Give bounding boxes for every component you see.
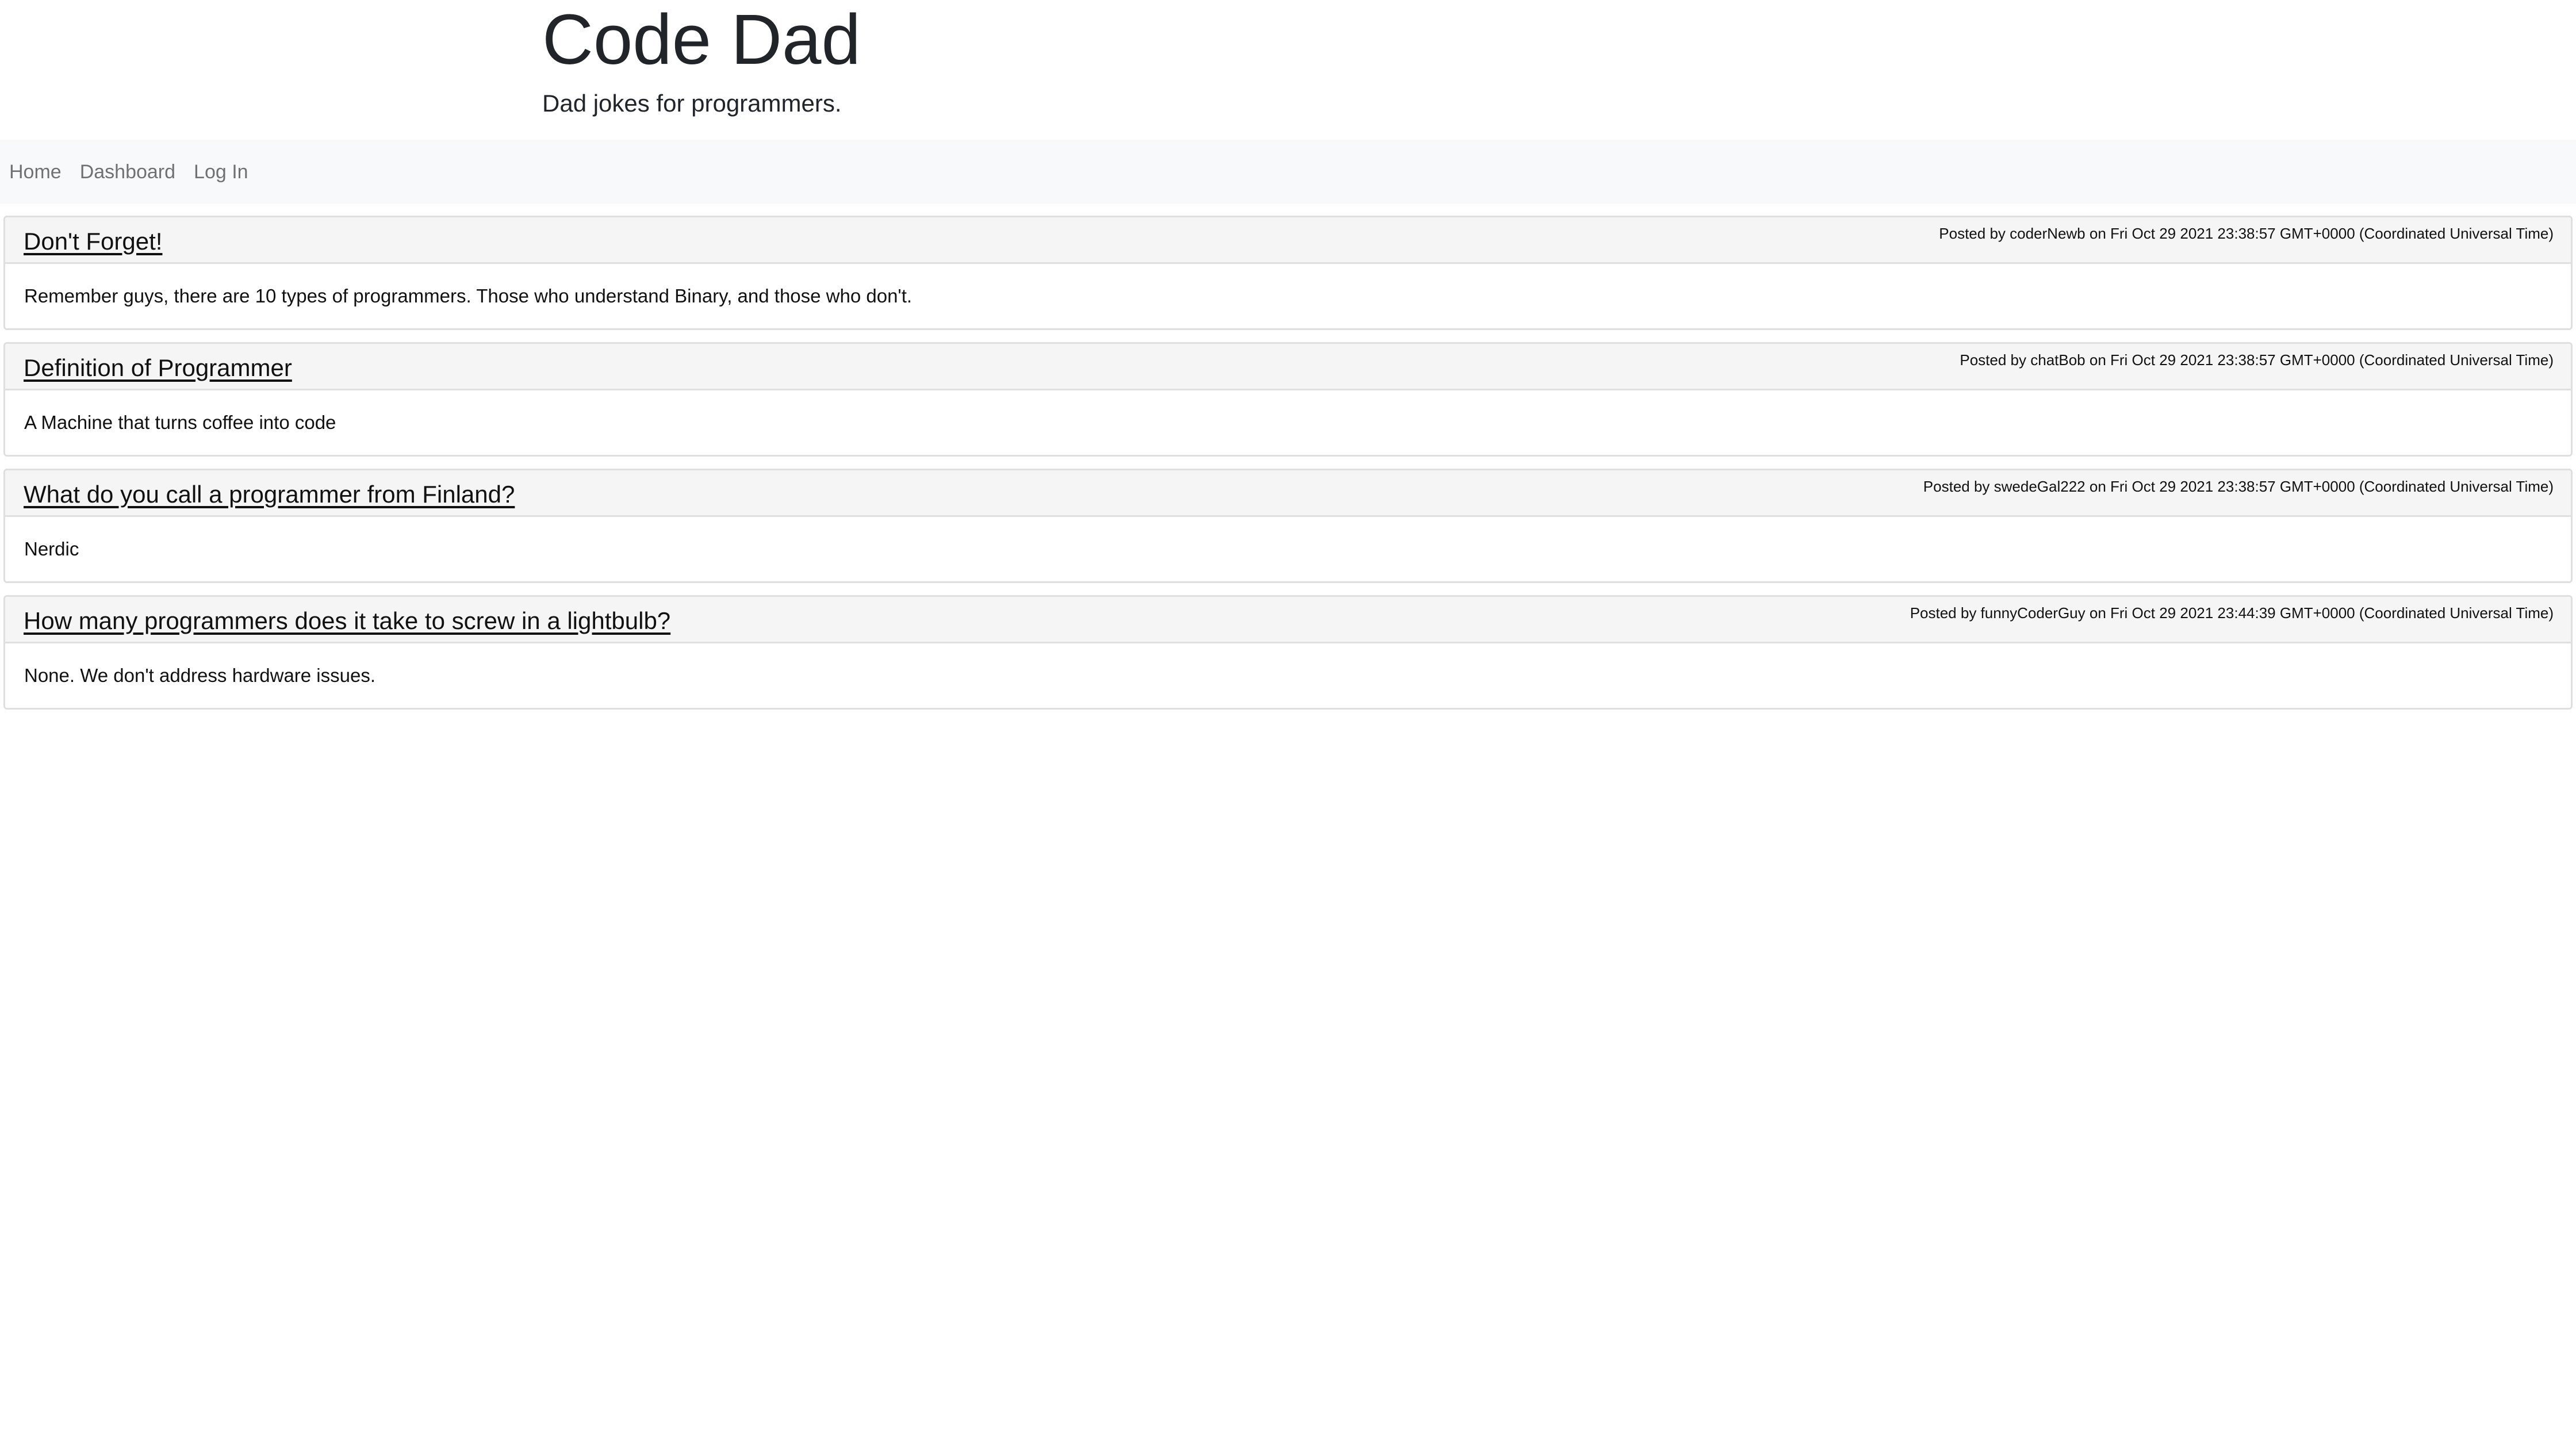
nav-link-dashboard[interactable]: Dashboard (80, 160, 175, 183)
post-title-link[interactable]: Don't Forget! (24, 227, 162, 256)
post-title-link[interactable]: How many programmers does it take to scr… (24, 606, 670, 636)
post-meta: Posted by chatBob on Fri Oct 29 2021 23:… (1960, 351, 2554, 369)
post-header: How many programmers does it take to scr… (5, 597, 2571, 643)
navbar: Home Dashboard Log In (0, 140, 2576, 204)
post-body: Remember guys, there are 10 types of pro… (24, 285, 913, 306)
post-title-link[interactable]: What do you call a programmer from Finla… (24, 480, 515, 509)
post-card: Don't Forget! Posted by coderNewb on Fri… (3, 216, 2573, 330)
site-header: Code Dad Dad jokes for programmers. (0, 0, 2576, 140)
post-header: What do you call a programmer from Finla… (5, 470, 2571, 517)
post-meta: Posted by coderNewb on Fri Oct 29 2021 2… (1939, 225, 2554, 242)
nav-link-login[interactable]: Log In (194, 160, 248, 183)
post-body: None. We don't address hardware issues. (24, 665, 376, 686)
site-tagline: Dad jokes for programmers. (542, 90, 842, 117)
post-card: How many programmers does it take to scr… (3, 595, 2573, 710)
post-meta: Posted by swedeGal222 on Fri Oct 29 2021… (1923, 478, 2554, 495)
post-card: Definition of Programmer Posted by chatB… (3, 342, 2573, 457)
post-body: Nerdic (24, 538, 79, 559)
nav-link-home[interactable]: Home (9, 160, 62, 183)
post-meta: Posted by funnyCoderGuy on Fri Oct 29 20… (1910, 604, 2554, 622)
post-header: Don't Forget! Posted by coderNewb on Fri… (5, 217, 2571, 264)
post-list: Don't Forget! Posted by coderNewb on Fri… (0, 204, 2576, 710)
post-body: A Machine that turns coffee into code (24, 412, 336, 433)
site-title: Code Dad (542, 1, 861, 79)
post-title-link[interactable]: Definition of Programmer (24, 353, 292, 383)
post-card: What do you call a programmer from Finla… (3, 469, 2573, 583)
post-header: Definition of Programmer Posted by chatB… (5, 344, 2571, 390)
